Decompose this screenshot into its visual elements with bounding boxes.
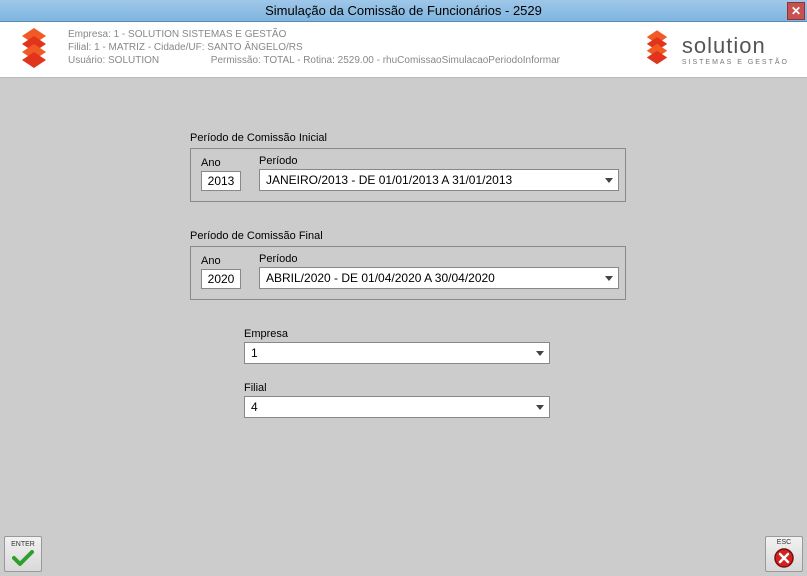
periodo-final-title: Período de Comissão Final: [190, 230, 807, 242]
periodo-inicial-label: Período: [259, 155, 619, 167]
header-info: Empresa: 1 - SOLUTION SISTEMAS E GESTÃO …: [68, 28, 560, 67]
periodo-final-label: Período: [259, 253, 619, 265]
cancel-icon: [773, 547, 795, 569]
brand-sub: SISTEMAS E GESTÃO: [682, 59, 789, 66]
ano-final-label: Ano: [201, 255, 241, 267]
brand-logo-icon: [640, 30, 674, 68]
window-title: Simulação da Comissão de Funcionários - …: [265, 3, 542, 18]
empresa-select[interactable]: 1: [244, 342, 550, 364]
periodo-final-value: ABRIL/2020 - DE 01/04/2020 A 30/04/2020: [266, 271, 495, 285]
close-button[interactable]: ✕: [787, 2, 805, 20]
periodo-inicial-title: Período de Comissão Inicial: [190, 132, 807, 144]
brand: solution SISTEMAS E GESTÃO: [640, 30, 789, 68]
periodo-inicial-value: JANEIRO/2013 - DE 01/01/2013 A 31/01/201…: [266, 173, 512, 187]
header-empresa: Empresa: 1 - SOLUTION SISTEMAS E GESTÃO: [68, 28, 560, 41]
footer-bar: ENTER ESC: [4, 536, 803, 572]
periodo-final-select[interactable]: ABRIL/2020 - DE 01/04/2020 A 30/04/2020: [259, 267, 619, 289]
ano-inicial-input[interactable]: [201, 171, 241, 191]
content-area: Período de Comissão Inicial Ano Período …: [0, 78, 807, 418]
empresa-value: 1: [251, 346, 258, 360]
header-bar: Empresa: 1 - SOLUTION SISTEMAS E GESTÃO …: [0, 22, 807, 78]
esc-label: ESC: [777, 539, 791, 546]
filial-label: Filial: [244, 382, 807, 394]
title-bar: Simulação da Comissão de Funcionários - …: [0, 0, 807, 22]
ano-final-input[interactable]: [201, 269, 241, 289]
brand-name: solution: [682, 33, 789, 59]
periodo-inicial-select[interactable]: JANEIRO/2013 - DE 01/01/2013 A 31/01/201…: [259, 169, 619, 191]
header-permissao: Permissão: TOTAL - Rotina: 2529.00 - rhu…: [211, 55, 560, 66]
check-icon: [12, 549, 34, 567]
empresa-label: Empresa: [244, 328, 807, 340]
app-logo-icon: [14, 28, 54, 72]
filial-select[interactable]: 4: [244, 396, 550, 418]
esc-button[interactable]: ESC: [765, 536, 803, 572]
ano-inicial-label: Ano: [201, 157, 241, 169]
header-usuario: Usuário: SOLUTION: [68, 54, 208, 67]
enter-button[interactable]: ENTER: [4, 536, 42, 572]
filial-value: 4: [251, 400, 258, 414]
header-filial: Filial: 1 - MATRIZ - Cidade/UF: SANTO ÂN…: [68, 41, 560, 54]
enter-label: ENTER: [11, 541, 35, 548]
periodo-final-group: Ano Período ABRIL/2020 - DE 01/04/2020 A…: [190, 246, 626, 300]
periodo-inicial-group: Ano Período JANEIRO/2013 - DE 01/01/2013…: [190, 148, 626, 202]
